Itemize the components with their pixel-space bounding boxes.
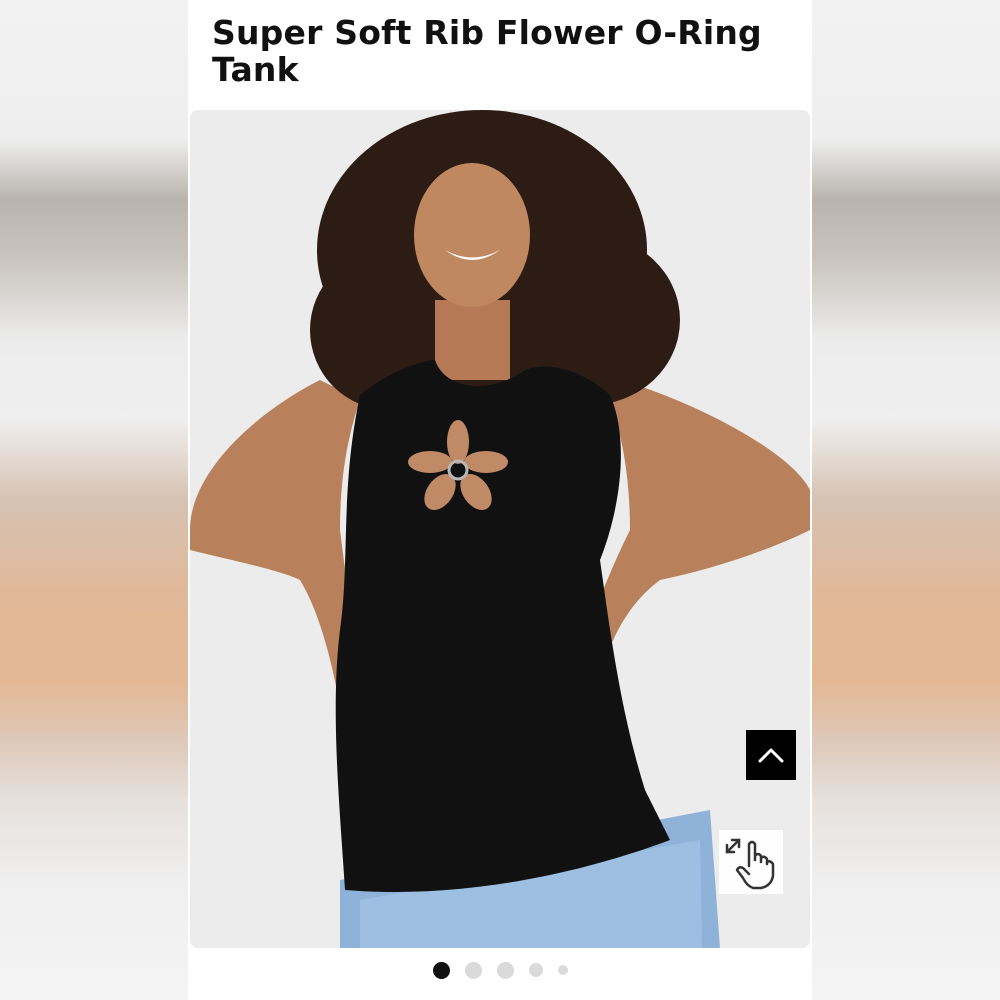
carousel-dot-1[interactable] (432, 961, 450, 979)
product-image-carousel[interactable] (190, 110, 810, 948)
back-to-top-button[interactable] (746, 730, 796, 780)
zoom-button[interactable] (719, 830, 783, 894)
chevron-up-icon (758, 748, 784, 763)
carousel-dot-3[interactable] (496, 961, 514, 979)
carousel-dot-2[interactable] (464, 961, 482, 979)
carousel-dot-4[interactable] (528, 963, 543, 977)
product-title: Super Soft Rib Flower O-Ring Tank (212, 13, 762, 89)
carousel-dot-5[interactable] (557, 965, 568, 975)
product-card: Super Soft Rib Flower O-Ring Tank (188, 0, 812, 1000)
product-photo (190, 110, 810, 948)
carousel-pagination (188, 958, 812, 982)
pinch-zoom-hand-icon (725, 838, 775, 890)
